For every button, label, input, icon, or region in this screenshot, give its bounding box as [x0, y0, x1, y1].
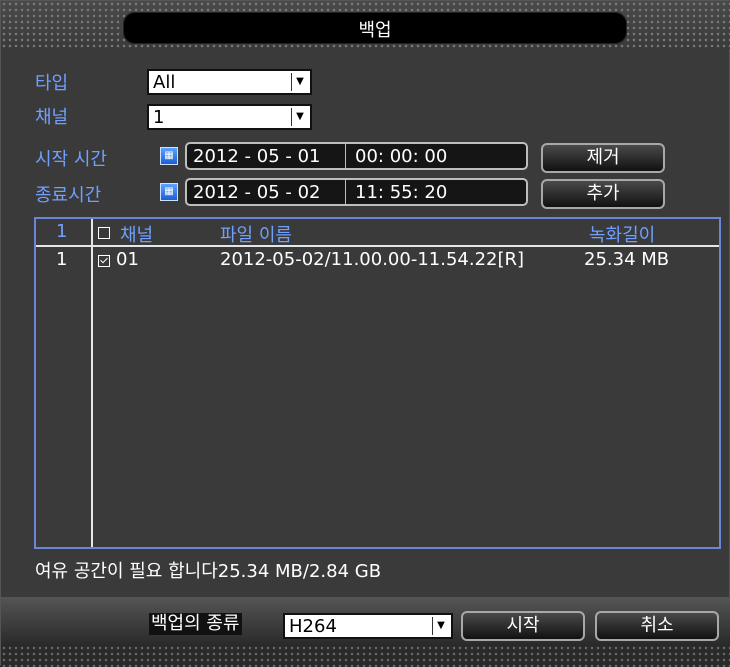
row-size: 25.34 MB [584, 249, 670, 270]
start-time-label: 시작 시간 [35, 149, 107, 170]
chevron-down-icon[interactable]: ▼ [291, 108, 308, 126]
backup-dialog: 백업 타입 All ▼ 채널 1 ▼ 시작 시간 ▦ 2012 - 05 - 0… [0, 0, 730, 667]
row-filename: 2012-05-02/11.00.00-11.54.22[R] [220, 249, 525, 270]
chevron-down-icon[interactable]: ▼ [432, 617, 449, 635]
row-channel: 01 [116, 249, 139, 270]
calendar-icon[interactable]: ▦ [160, 147, 178, 165]
select-all-checkbox[interactable] [98, 227, 110, 239]
channel-select[interactable]: 1 ▼ [147, 104, 312, 130]
row-index: 1 [56, 249, 68, 270]
header-channel: 채널 [120, 225, 154, 246]
remove-button[interactable]: 제거 [541, 143, 665, 173]
divider [345, 180, 346, 204]
start-datetime-field[interactable]: 2012 - 05 - 01 00: 00: 00 [185, 142, 528, 170]
channel-value: 1 [153, 107, 165, 128]
end-time[interactable]: 11: 55: 20 [355, 182, 447, 203]
end-date[interactable]: 2012 - 05 - 02 [193, 182, 321, 203]
add-button[interactable]: 추가 [541, 179, 665, 209]
footer-strip [1, 645, 730, 667]
backup-type-value: H264 [289, 616, 337, 637]
start-button[interactable]: 시작 [461, 611, 585, 641]
channel-label: 채널 [35, 107, 69, 128]
chevron-down-icon[interactable]: ▼ [291, 73, 308, 91]
backup-type-label: 백업의 종류 [149, 613, 242, 635]
calendar-icon[interactable]: ▦ [160, 183, 178, 201]
start-date[interactable]: 2012 - 05 - 01 [193, 146, 321, 167]
title-bar: 백업 [1, 1, 730, 49]
type-select[interactable]: All ▼ [147, 69, 312, 95]
dialog-title: 백업 [358, 20, 392, 41]
type-label: 타입 [35, 73, 69, 94]
table-row[interactable]: 1 01 2012-05-02/11.00.00-11.54.22[R] 25.… [36, 249, 719, 273]
header-filename: 파일 이름 [220, 225, 292, 246]
title-pill: 백업 [123, 12, 627, 44]
start-time[interactable]: 00: 00: 00 [355, 146, 447, 167]
cancel-button[interactable]: 취소 [595, 611, 719, 641]
end-time-label: 종료시간 [35, 185, 102, 206]
status-text: 여유 공간이 필요 합니다25.34 MB/2.84 GB [35, 561, 382, 582]
header-index: 1 [56, 221, 68, 242]
end-datetime-field[interactable]: 2012 - 05 - 02 11: 55: 20 [185, 178, 528, 206]
file-list: 1 채널 파일 이름 녹화길이 1 01 2012-05-02/11.00.00… [34, 217, 721, 549]
header-length: 녹화길이 [589, 225, 656, 246]
row-checkbox[interactable] [98, 255, 110, 267]
type-value: All [153, 72, 176, 93]
list-header: 1 채널 파일 이름 녹화길이 [36, 221, 719, 246]
backup-type-select[interactable]: H264 ▼ [283, 613, 453, 639]
divider [345, 144, 346, 168]
